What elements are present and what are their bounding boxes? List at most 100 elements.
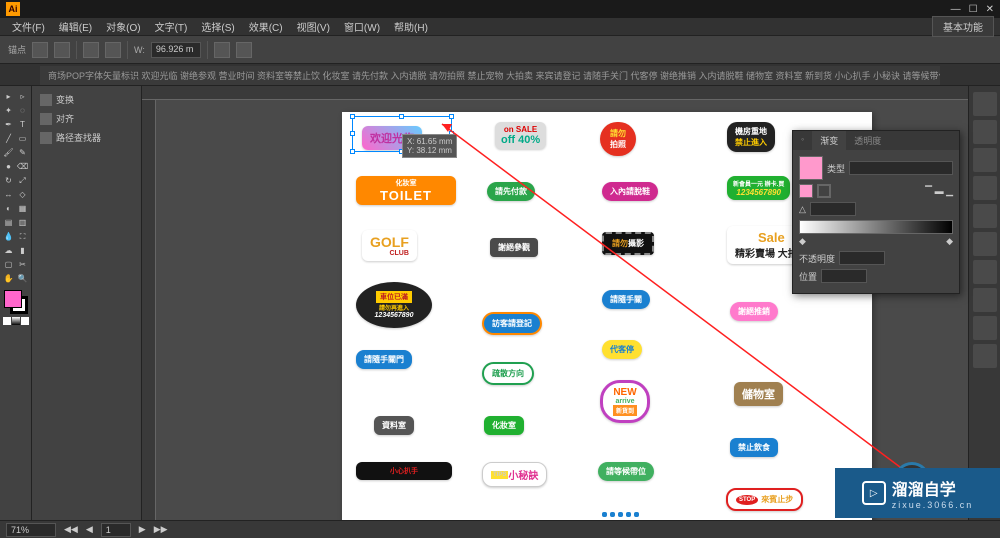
rotate-tool[interactable]: ↻ [2,174,15,187]
menu-view[interactable]: 视图(V) [291,17,336,36]
artboard-tool[interactable]: ▢ [2,258,15,271]
app-logo: Ai [6,2,20,16]
graph-tool[interactable]: ▮ [16,244,29,257]
badge-text: on SALE [504,125,537,134]
link-icon[interactable] [214,42,230,58]
tab-transparency[interactable]: 透明度 [846,131,889,150]
handle-icon-2[interactable] [105,42,121,58]
artboard-nav[interactable]: ◀ [86,524,93,535]
menu-edit[interactable]: 编辑(E) [53,17,98,36]
zoom-input[interactable]: 71% [6,523,56,537]
pen-tool[interactable]: ✒ [2,118,15,131]
document-tab[interactable]: 商场POP字体矢量标识 欢迎光临 谢绝参观 营业时间 资料室等禁止饮 化妆室 请… [40,66,940,85]
symbol-tool[interactable]: ☁ [2,244,15,257]
fill-thumb[interactable] [799,184,813,198]
tab-gradient-active[interactable]: 渐变 [812,131,846,150]
hand-tool[interactable]: ✋ [2,272,15,285]
mini-swatch-normal[interactable] [3,317,11,325]
blend-tool[interactable]: ⛶ [16,230,29,243]
shape-builder-tool[interactable]: ◐ [2,202,15,215]
artboard-nav-next[interactable]: ▶ [139,524,146,535]
tab-gradient[interactable]: ◦ [793,131,812,150]
anchor-label: 锚点 [8,43,26,56]
menu-type[interactable]: 文字(T) [149,17,194,36]
line-tool[interactable]: ╱ [2,132,15,145]
anchor-remove-icon[interactable] [54,42,70,58]
menu-effect[interactable]: 效果(C) [243,17,289,36]
direct-selection-tool[interactable]: ▹ [16,90,29,103]
gradient-tool[interactable]: ▥ [16,216,29,229]
panel-align[interactable]: 对齐 [36,109,137,128]
type-tool[interactable]: T [16,118,29,131]
mini-swatch-gradient[interactable] [12,317,20,325]
badge-text: 小心扒手 [390,466,418,476]
page-dots [602,512,639,517]
gradient-preview[interactable] [799,156,823,180]
layers-panel-icon[interactable] [973,344,997,368]
color-swatches[interactable] [4,290,28,314]
color-panel-icon[interactable] [973,92,997,116]
eraser-tool[interactable]: ⌫ [16,160,29,173]
menu-window[interactable]: 窗口(W) [338,17,386,36]
workspace-dropdown[interactable]: 基本功能 [932,16,994,37]
brushes-panel-icon[interactable] [973,148,997,172]
width-tool[interactable]: ↔ [2,188,15,201]
zoom-tool[interactable]: 🔍 [16,272,29,285]
type-dropdown[interactable] [849,161,953,175]
panel-transform[interactable]: 变换 [36,90,137,109]
artboard-nav-last[interactable]: ▶▶ [154,524,168,535]
stroke-thumb[interactable] [817,184,831,198]
anchor-convert-icon[interactable] [32,42,48,58]
blob-brush-tool[interactable]: ● [2,160,15,173]
pencil-tool[interactable]: ✎ [16,146,29,159]
selection-tool[interactable]: ▸ [2,90,15,103]
slice-tool[interactable]: ✂ [16,258,29,271]
handle-tr[interactable] [449,114,454,119]
graphic-styles-panel-icon[interactable] [973,316,997,340]
appearance-panel-icon[interactable] [973,288,997,312]
brush-tool[interactable]: 🖌 [2,146,15,159]
menu-file[interactable]: 文件(F) [6,17,51,36]
perspective-tool[interactable]: ▦ [16,202,29,215]
gradient-panel-icon[interactable] [973,232,997,256]
mini-swatch-none[interactable] [21,317,29,325]
lasso-tool[interactable]: ◌ [16,104,29,117]
transparency-panel-icon[interactable] [973,260,997,284]
artboard-index[interactable]: 1 [101,523,131,537]
gradient-panel[interactable]: ◦ 渐变 透明度 类型 ▔ ▬ ▁ △ ◆◆ 不透明度 位置 [792,130,960,294]
angle-input[interactable] [810,202,856,216]
eyedropper-tool[interactable]: 💧 [2,230,15,243]
ruler-vertical[interactable] [142,100,156,520]
position-input[interactable] [821,269,867,283]
handle-icon[interactable] [83,42,99,58]
w-input[interactable]: 96.926 m [151,42,201,58]
scale-tool[interactable]: ⤢ [16,174,29,187]
opacity-input[interactable] [839,251,885,265]
window-close[interactable]: ✕ [986,4,994,15]
stroke-panel-icon[interactable] [973,204,997,228]
free-transform-tool[interactable]: ◇ [16,188,29,201]
handle-tm[interactable] [399,114,404,119]
symbols-panel-icon[interactable] [973,176,997,200]
swatches-panel-icon[interactable] [973,120,997,144]
align-icon[interactable] [236,42,252,58]
ruler-horizontal[interactable] [142,86,968,100]
menu-help[interactable]: 帮助(H) [388,17,434,36]
handle-bl[interactable] [350,149,355,154]
fill-color[interactable] [4,290,22,308]
mesh-tool[interactable]: ▤ [2,216,15,229]
magic-wand-tool[interactable]: ✦ [2,104,15,117]
rectangle-tool[interactable]: ▭ [16,132,29,145]
badge-text: 新會員一元 辦卡.買 [733,179,784,188]
handle-tl[interactable] [350,114,355,119]
menu-select[interactable]: 选择(S) [195,17,240,36]
badge-text: TOILET [380,188,432,203]
artboard-nav-prev[interactable]: ◀◀ [64,524,78,535]
window-maximize[interactable]: ☐ [969,4,978,15]
gradient-slider[interactable] [799,220,953,234]
handle-lm[interactable] [350,131,355,136]
panel-pathfinder[interactable]: 路径查找器 [36,128,137,147]
window-minimize[interactable]: — [951,4,961,15]
toolbox: ▸▹ ✦◌ ✒T ╱▭ 🖌✎ ●⌫ ↻⤢ ↔◇ ◐▦ ▤▥ 💧⛶ ☁▮ ▢✂ ✋… [0,86,32,520]
menu-object[interactable]: 对象(O) [100,17,146,36]
